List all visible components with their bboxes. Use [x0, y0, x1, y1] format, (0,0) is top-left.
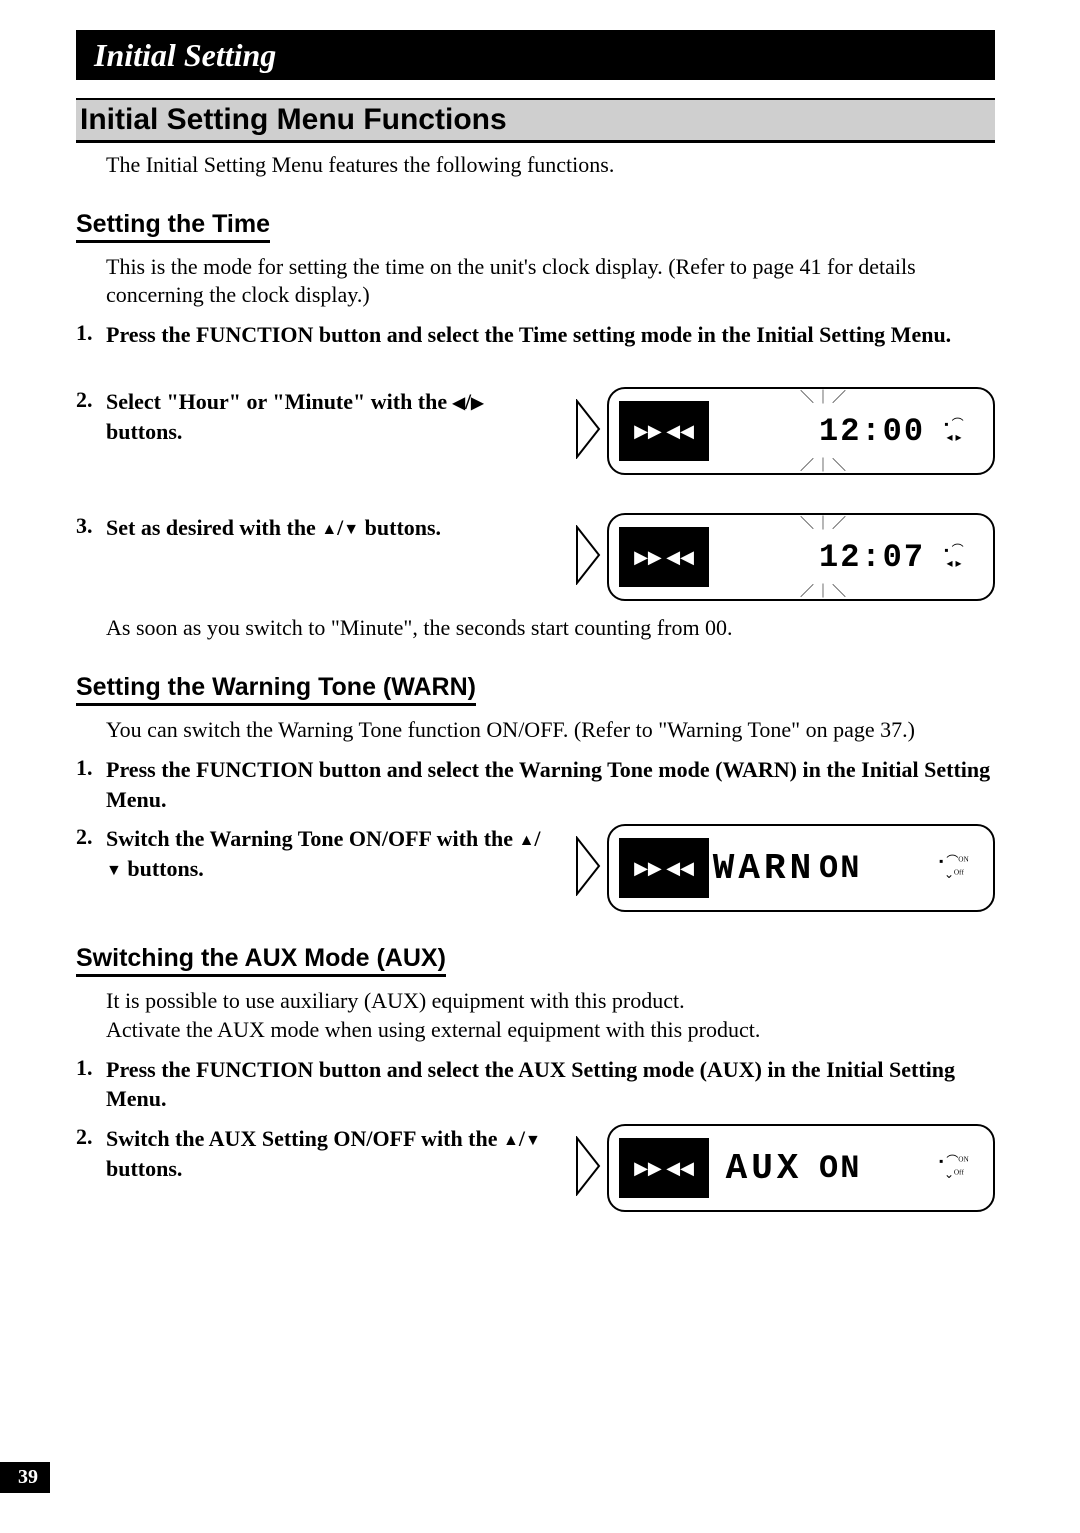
lcd-nav-block: ▶▶ ◀◀ [619, 401, 709, 461]
step-text: Switch the Warning Tone ON/OFF with the … [106, 824, 555, 883]
intro-time: This is the mode for setting the time on… [106, 253, 995, 310]
left-icon: ◀ [453, 396, 465, 412]
aux-step-1: 1. Press the FUNCTION button and select … [76, 1055, 995, 1114]
slash: / [534, 826, 540, 851]
time-step-2: 2. Select "Hour" or "Minute" with the ◀/… [76, 387, 995, 475]
lcd-side-icons: ▪ ⌒◂ ▸ [919, 418, 989, 444]
page-number-badge: 39 [0, 1462, 50, 1493]
up-icon: ▲ [503, 1133, 519, 1149]
step-number: 1. [76, 1055, 106, 1081]
lcd-seek-icon: ▶▶ ◀◀ [634, 547, 694, 568]
lcd-main: WARN [709, 848, 819, 889]
step-text-post: buttons. [359, 515, 441, 540]
pointer-icon [575, 1136, 601, 1201]
section-header: Initial Setting [76, 30, 995, 80]
step-text: Switch the AUX Setting ON/OFF with the ▲… [106, 1124, 555, 1183]
right-icon: ▶ [471, 396, 483, 412]
lcd-nav-block: ▶▶ ◀◀ [619, 1138, 709, 1198]
pointer-icon [575, 399, 601, 464]
lcd-side-icons: ▪ ⌒◂ ▸ [919, 544, 989, 570]
lcd-value: 12:07 [819, 539, 919, 576]
heading-warn: Setting the Warning Tone (WARN) [76, 673, 476, 706]
pointer-icon [575, 836, 601, 901]
section-aux: Switching the AUX Mode (AUX) It is possi… [76, 938, 995, 1212]
time-step-3: 3. Set as desired with the ▲/▼ buttons. … [76, 513, 995, 601]
step-number: 2. [76, 387, 106, 413]
lcd-seek-icon: ▶▶ ◀◀ [634, 421, 694, 442]
lcd-value: 12:00 [819, 413, 919, 450]
step-number: 2. [76, 1124, 106, 1150]
down-icon: ▼ [106, 863, 122, 879]
step-text-pre: Switch the AUX Setting ON/OFF with the [106, 1126, 503, 1151]
step-text: Select "Hour" or "Minute" with the ◀/▶ b… [106, 387, 555, 446]
lcd-nav-block: ▶▶ ◀◀ [619, 838, 709, 898]
warn-step-1: 1. Press the FUNCTION button and select … [76, 755, 995, 814]
lcd-illustration-time-1: ＼｜／ ▶▶ ◀◀ 12:00 ▪ ⌒◂ ▸ ／｜＼ [575, 387, 995, 475]
heading-time: Setting the Time [76, 210, 270, 243]
step-text-post: buttons. [106, 419, 182, 444]
lcd-value: ON [819, 1150, 919, 1187]
step-text-pre: Switch the Warning Tone ON/OFF with the [106, 826, 519, 851]
step-number: 1. [76, 320, 106, 346]
lcd-side-icons: ▪ ⌒ᴼᴺ⌄ᴼᶠᶠ [919, 855, 989, 881]
section-header-text: Initial Setting [94, 37, 276, 74]
page-intro: The Initial Setting Menu features the fo… [106, 151, 995, 180]
page-title: Initial Setting Menu Functions [76, 98, 995, 143]
section-warn: Setting the Warning Tone (WARN) You can … [76, 667, 995, 912]
lcd-main: AUX [709, 1148, 819, 1189]
aux-step-2: 2. Switch the AUX Setting ON/OFF with th… [76, 1124, 995, 1212]
warn-step-2: 2. Switch the Warning Tone ON/OFF with t… [76, 824, 995, 912]
step-number: 3. [76, 513, 106, 539]
up-icon: ▲ [321, 522, 337, 538]
intro-aux-line2: Activate the AUX mode when using externa… [106, 1017, 760, 1042]
lcd-seek-icon: ▶▶ ◀◀ [634, 1158, 694, 1179]
step-text-post: buttons. [106, 1156, 182, 1181]
blink-marks-icon: ／｜＼ [800, 581, 848, 601]
up-icon: ▲ [519, 833, 535, 849]
down-icon: ▼ [343, 522, 359, 538]
step-text: Press the FUNCTION button and select the… [106, 755, 995, 814]
lcd-seek-icon: ▶▶ ◀◀ [634, 858, 694, 879]
step-text: Set as desired with the ▲/▼ buttons. [106, 513, 555, 543]
step-text-pre: Set as desired with the [106, 515, 321, 540]
step-text: Press the FUNCTION button and select the… [106, 1055, 995, 1114]
pointer-icon [575, 525, 601, 590]
lcd-illustration-warn: ▶▶ ◀◀ WARN ON ▪ ⌒ᴼᴺ⌄ᴼᶠᶠ [575, 824, 995, 912]
step-number: 1. [76, 755, 106, 781]
lcd-value: ON [819, 850, 919, 887]
intro-aux-line1: It is possible to use auxiliary (AUX) eq… [106, 988, 685, 1013]
lcd-illustration-time-2: ＼｜／ ▶▶ ◀◀ 12:07 ▪ ⌒◂ ▸ ／｜＼ [575, 513, 995, 601]
lcd-side-icons: ▪ ⌒ᴼᴺ⌄ᴼᶠᶠ [919, 1155, 989, 1181]
intro-warn: You can switch the Warning Tone function… [106, 716, 995, 745]
lcd-nav-block: ▶▶ ◀◀ [619, 527, 709, 587]
lcd-illustration-aux: ▶▶ ◀◀ AUX ON ▪ ⌒ᴼᴺ⌄ᴼᶠᶠ [575, 1124, 995, 1212]
step-text: Press the FUNCTION button and select the… [106, 320, 995, 350]
down-icon: ▼ [525, 1133, 541, 1149]
intro-aux: It is possible to use auxiliary (AUX) eq… [106, 987, 995, 1044]
step-number: 2. [76, 824, 106, 850]
time-step-1: 1. Press the FUNCTION button and select … [76, 320, 995, 350]
section-time: Setting the Time This is the mode for se… [76, 204, 995, 642]
heading-aux: Switching the AUX Mode (AUX) [76, 944, 446, 977]
blink-marks-icon: ／｜＼ [800, 455, 848, 475]
step-text-pre: Select "Hour" or "Minute" with the [106, 389, 453, 414]
step-text-post: buttons. [122, 856, 204, 881]
time-note: As soon as you switch to "Minute", the s… [106, 615, 995, 641]
